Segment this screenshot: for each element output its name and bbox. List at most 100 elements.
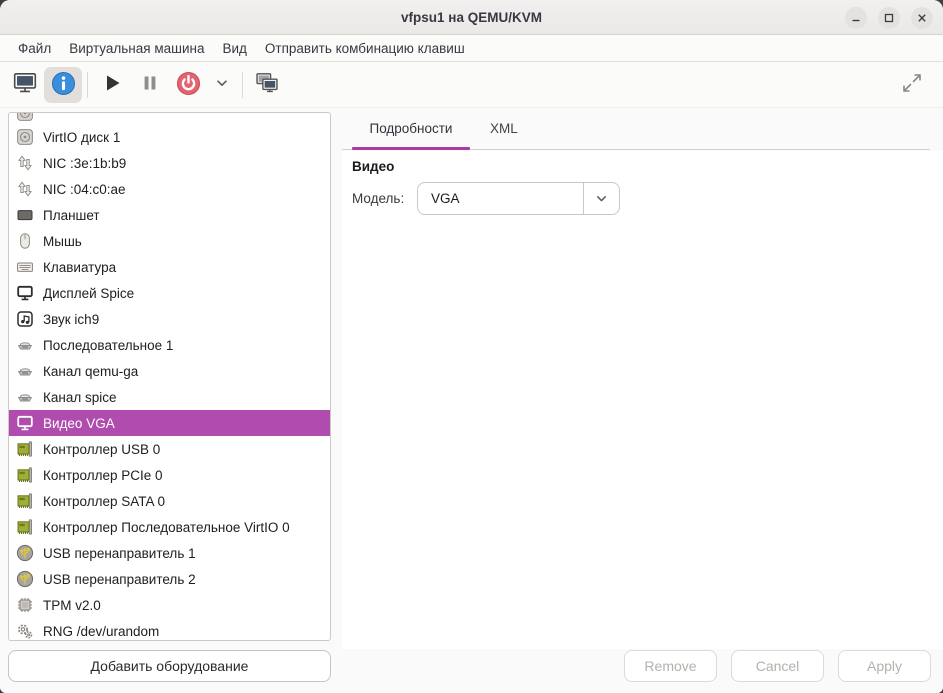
tablet-icon bbox=[16, 206, 34, 224]
hardware-list-item-display-spice[interactable]: Дисплей Spice bbox=[9, 280, 330, 306]
hardware-item-label: Мышь bbox=[43, 234, 82, 249]
maximize-button[interactable] bbox=[878, 7, 900, 29]
maximize-icon bbox=[883, 12, 895, 24]
hardware-item-label: Дисплей Spice bbox=[43, 286, 134, 301]
hardware-item-label: Канал spice bbox=[43, 390, 116, 405]
sound-icon bbox=[16, 310, 34, 328]
pci-card-icon bbox=[16, 492, 34, 510]
video-section: Видео Модель: VGA bbox=[342, 151, 943, 649]
pause-button[interactable] bbox=[131, 67, 169, 103]
pci-card-icon bbox=[16, 518, 34, 536]
hardware-item-label: Звук ich9 bbox=[43, 312, 99, 327]
pci-card-icon bbox=[16, 440, 34, 458]
run-button[interactable] bbox=[93, 67, 131, 103]
hardware-item-label: Планшет bbox=[43, 208, 100, 223]
tab-details[interactable]: Подробности bbox=[352, 107, 470, 149]
details-panel: ПодробностиXML Видео Модель: VGA Remove … bbox=[342, 108, 943, 693]
hardware-list-item-controller-pcie-0[interactable]: Контроллер PCIe 0 bbox=[9, 462, 330, 488]
hardware-item-label: NIC :3e:1b:b9 bbox=[43, 156, 126, 171]
hardware-list-item-keyboard[interactable]: Клавиатура bbox=[9, 254, 330, 280]
toolbar bbox=[0, 62, 943, 108]
show-hardware-details-button[interactable] bbox=[44, 67, 82, 103]
menu-item-file[interactable]: Файл bbox=[9, 41, 60, 56]
disk-icon bbox=[16, 128, 34, 146]
shutdown-button[interactable] bbox=[169, 67, 207, 103]
menubar: ФайлВиртуальная машинаВидОтправить комби… bbox=[0, 35, 943, 62]
shutdown-menu-button[interactable] bbox=[207, 67, 237, 103]
serial-icon bbox=[16, 362, 34, 380]
fullscreen-icon bbox=[900, 71, 924, 98]
vm-details-window: vfpsu1 на QEMU/KVM ФайлВиртуальная машин… bbox=[0, 0, 943, 693]
usb-icon bbox=[16, 570, 34, 588]
hardware-item-label: Контроллер SATA 0 bbox=[43, 494, 165, 509]
cancel-button[interactable]: Cancel bbox=[731, 650, 824, 682]
serial-icon bbox=[16, 388, 34, 406]
tab-xml[interactable]: XML bbox=[488, 107, 520, 149]
hardware-list-item-tpm-v2-0[interactable]: TPM v2.0 bbox=[9, 592, 330, 618]
hardware-list-item-partial[interactable] bbox=[9, 113, 330, 124]
close-button[interactable] bbox=[911, 7, 933, 29]
disk-icon bbox=[16, 113, 34, 122]
hardware-item-label: TPM v2.0 bbox=[43, 598, 101, 613]
model-row: Модель: VGA bbox=[352, 182, 943, 215]
hardware-list-item-usb-redirector-1[interactable]: USB перенаправитель 1 bbox=[9, 540, 330, 566]
menu-item-view[interactable]: Вид bbox=[213, 41, 255, 56]
hardware-item-label: Контроллер USB 0 bbox=[43, 442, 160, 457]
model-label: Модель: bbox=[352, 191, 408, 206]
menu-item-send-key-combo[interactable]: Отправить комбинацию клавиш bbox=[256, 41, 474, 56]
hardware-list-item-nic-3e-1b-b9[interactable]: NIC :3e:1b:b9 bbox=[9, 150, 330, 176]
hardware-item-label: Видео VGA bbox=[43, 416, 115, 431]
menu-item-virtual-machine[interactable]: Виртуальная машина bbox=[60, 41, 213, 56]
hardware-list-item-usb-redirector-2[interactable]: USB перенаправитель 2 bbox=[9, 566, 330, 592]
tab-label: Подробности bbox=[370, 121, 453, 136]
hardware-item-label: Последовательное 1 bbox=[43, 338, 173, 353]
toolbar-separator bbox=[87, 72, 88, 98]
hardware-list-item-tablet[interactable]: Планшет bbox=[9, 202, 330, 228]
tab-label: XML bbox=[490, 121, 518, 136]
display-icon bbox=[16, 284, 34, 302]
hardware-item-label: Канал qemu-ga bbox=[43, 364, 138, 379]
play-icon bbox=[100, 71, 124, 98]
video-model-select[interactable]: VGA bbox=[417, 182, 620, 215]
hardware-list-item-serial-1[interactable]: Последовательное 1 bbox=[9, 332, 330, 358]
chevron-down-icon[interactable] bbox=[583, 183, 619, 214]
fullscreen-button[interactable] bbox=[893, 67, 931, 103]
main-area: VirtIO диск 1 NIC :3e:1b:b9 NIC :04:c0:ae П… bbox=[0, 108, 943, 693]
hardware-item-label: Контроллер Последовательное VirtIO 0 bbox=[43, 520, 290, 535]
hardware-item-label: VirtIO диск 1 bbox=[43, 130, 120, 145]
hardware-list-item-video-vga[interactable]: Видео VGA bbox=[9, 410, 330, 436]
hardware-list-item-virtio-disk-1[interactable]: VirtIO диск 1 bbox=[9, 124, 330, 150]
hardware-list: VirtIO диск 1 NIC :3e:1b:b9 NIC :04:c0:ae П… bbox=[8, 112, 331, 641]
window-controls bbox=[845, 0, 933, 35]
power-icon bbox=[175, 70, 202, 100]
manage-snapshots-button[interactable] bbox=[248, 67, 286, 103]
add-hardware-button[interactable]: Добавить оборудование bbox=[8, 650, 331, 682]
usb-icon bbox=[16, 544, 34, 562]
chevron-down-icon bbox=[214, 75, 230, 94]
hardware-list-item-controller-usb-0[interactable]: Контроллер USB 0 bbox=[9, 436, 330, 462]
section-title-video: Видео bbox=[352, 159, 943, 174]
mouse-icon bbox=[16, 232, 34, 250]
hardware-item-label: USB перенаправитель 2 bbox=[43, 572, 196, 587]
hardware-list-item-nic-04-c0-ae[interactable]: NIC :04:c0:ae bbox=[9, 176, 330, 202]
apply-button[interactable]: Apply bbox=[838, 650, 931, 682]
hardware-item-label: USB перенаправитель 1 bbox=[43, 546, 196, 561]
tpm-icon bbox=[16, 596, 34, 614]
hardware-item-label: NIC :04:c0:ae bbox=[43, 182, 126, 197]
hardware-list-item-controller-virtio-serial-0[interactable]: Контроллер Последовательное VirtIO 0 bbox=[9, 514, 330, 540]
hardware-list-item-channel-qemu-ga[interactable]: Канал qemu-ga bbox=[9, 358, 330, 384]
hardware-list-item-rng-dev-urandom[interactable]: RNG /dev/urandom bbox=[9, 618, 330, 641]
hardware-list-item-sound-ich9[interactable]: Звук ich9 bbox=[9, 306, 330, 332]
hardware-list-item-channel-spice[interactable]: Канал spice bbox=[9, 384, 330, 410]
nic-icon bbox=[16, 180, 34, 198]
hardware-list-item-controller-sata-0[interactable]: Контроллер SATA 0 bbox=[9, 488, 330, 514]
pause-icon bbox=[138, 71, 162, 98]
remove-button[interactable]: Remove bbox=[624, 650, 717, 682]
show-graphical-console-button[interactable] bbox=[6, 67, 44, 103]
hardware-list-item-mouse[interactable]: Мышь bbox=[9, 228, 330, 254]
info-icon bbox=[50, 70, 77, 100]
pci-card-icon bbox=[16, 466, 34, 484]
hardware-item-label: Клавиатура bbox=[43, 260, 116, 275]
rng-icon bbox=[16, 622, 34, 640]
minimize-button[interactable] bbox=[845, 7, 867, 29]
